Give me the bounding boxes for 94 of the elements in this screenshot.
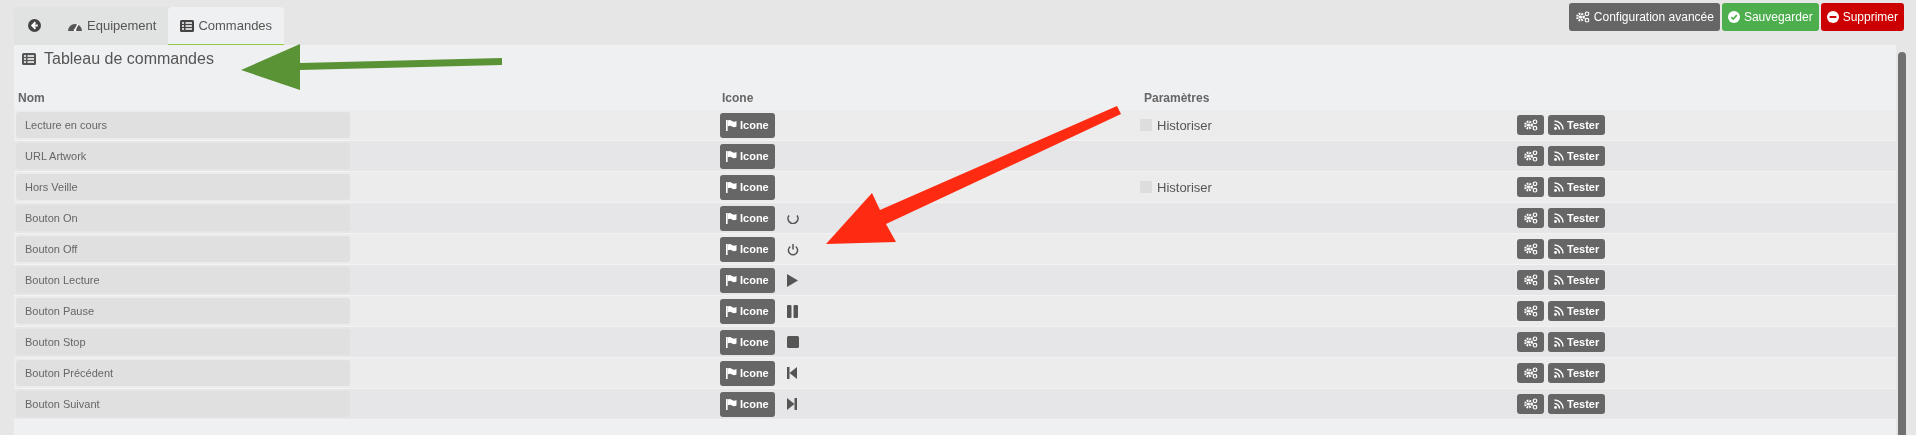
scrollbar[interactable]	[1898, 52, 1906, 435]
settings-button[interactable]	[1517, 301, 1544, 321]
settings-button[interactable]	[1517, 146, 1544, 166]
delete-button[interactable]: Supprimer	[1820, 3, 1904, 31]
command-name-field[interactable]: Lecture en cours	[16, 112, 350, 138]
flag-icon	[726, 274, 737, 286]
settings-button[interactable]	[1517, 363, 1544, 383]
settings-button[interactable]	[1517, 394, 1544, 414]
rss-icon	[1554, 182, 1564, 192]
command-name-field[interactable]: Bouton Précédent	[16, 360, 350, 386]
play-icon	[786, 273, 798, 287]
checkbox-label: Historiser	[1157, 117, 1212, 133]
command-name-field[interactable]: Bouton Lecture	[16, 267, 350, 293]
panel-title: Tableau de commandes	[44, 50, 214, 68]
icon-button[interactable]: Icone	[720, 298, 775, 324]
column-header: Icone	[722, 91, 754, 105]
tab[interactable]: Commandes	[168, 7, 285, 45]
flag-icon	[726, 398, 737, 410]
command-name-field[interactable]: Bouton Suivant	[16, 391, 350, 417]
command-name-field[interactable]: Bouton Pause	[16, 298, 350, 324]
refresh-icon	[786, 212, 799, 224]
command-name-field[interactable]: Bouton On	[16, 205, 350, 231]
pause-icon	[786, 304, 798, 318]
test-button[interactable]: Tester	[1548, 146, 1606, 166]
test-button[interactable]: Tester	[1548, 332, 1606, 352]
settings-button[interactable]	[1517, 270, 1544, 290]
gears-icon	[1574, 11, 1590, 23]
rss-icon	[1554, 244, 1564, 254]
step-forward-icon	[786, 398, 797, 410]
icon-button[interactable]: Icone	[720, 329, 775, 355]
flag-icon	[726, 305, 737, 317]
gears-icon	[1523, 305, 1538, 317]
checkbox-label: Historiser	[1157, 179, 1212, 195]
icon-button[interactable]: Icone	[720, 143, 775, 169]
test-button[interactable]: Tester	[1548, 301, 1606, 321]
flag-icon	[726, 336, 737, 348]
test-button[interactable]: Tester	[1548, 270, 1606, 290]
command-name-field[interactable]: Bouton Off	[16, 236, 350, 262]
check-circle-icon	[1727, 11, 1740, 23]
settings-button[interactable]	[1517, 208, 1544, 228]
settings-button[interactable]	[1517, 115, 1544, 135]
gears-icon	[1523, 119, 1538, 131]
icon-button[interactable]: Icone	[720, 112, 775, 138]
rss-icon	[1554, 275, 1564, 285]
settings-button[interactable]	[1517, 239, 1544, 259]
command-name-field[interactable]: Hors Veille	[16, 174, 350, 200]
test-button[interactable]: Tester	[1548, 115, 1606, 135]
minus-circle-icon	[1826, 11, 1839, 23]
test-button[interactable]: Tester	[1548, 394, 1606, 414]
gears-icon	[1523, 181, 1538, 193]
column-header: Paramètres	[1144, 91, 1210, 105]
column-header: Nom	[18, 91, 45, 105]
config-button[interactable]: Configuration avancée	[1568, 3, 1720, 31]
flag-icon	[726, 243, 737, 255]
flag-icon	[726, 119, 737, 131]
test-button[interactable]: Tester	[1548, 363, 1606, 383]
rss-icon	[1554, 213, 1564, 223]
gears-icon	[1523, 274, 1538, 286]
rss-icon	[1554, 368, 1564, 378]
gears-icon	[1523, 367, 1538, 379]
icon-button[interactable]: Icone	[720, 360, 775, 386]
rss-icon	[1554, 306, 1564, 316]
icon-button[interactable]: Icone	[720, 205, 775, 231]
rss-icon	[1554, 120, 1564, 130]
settings-button[interactable]	[1517, 332, 1544, 352]
icon-button[interactable]: Icone	[720, 267, 775, 293]
rss-icon	[1554, 337, 1564, 347]
flag-icon	[726, 150, 737, 162]
gears-icon	[1523, 398, 1538, 410]
gears-icon	[1523, 212, 1538, 224]
test-button[interactable]: Tester	[1548, 239, 1606, 259]
icon-button[interactable]: Icone	[720, 174, 775, 200]
step-backward-icon	[786, 367, 797, 379]
tab[interactable]: Equipement	[55, 7, 169, 45]
stop-icon	[786, 336, 799, 348]
flag-icon	[726, 367, 737, 379]
list-icon	[180, 19, 195, 32]
command-name-field[interactable]: URL Artwork	[16, 143, 350, 169]
icon-button[interactable]: Icone	[720, 236, 775, 262]
icon-button[interactable]: Icone	[720, 391, 775, 417]
gears-icon	[1523, 243, 1538, 255]
test-button[interactable]: Tester	[1548, 177, 1606, 197]
flag-icon	[726, 212, 737, 224]
power-icon	[786, 242, 799, 256]
test-button[interactable]: Tester	[1548, 208, 1606, 228]
rss-icon	[1554, 151, 1564, 161]
settings-button[interactable]	[1517, 177, 1544, 197]
list-icon	[22, 53, 36, 65]
back-icon	[28, 19, 41, 32]
gears-icon	[1523, 336, 1538, 348]
rss-icon	[1554, 399, 1564, 409]
command-name-field[interactable]: Bouton Stop	[16, 329, 350, 355]
gears-icon	[1523, 150, 1538, 162]
flag-icon	[726, 181, 737, 193]
